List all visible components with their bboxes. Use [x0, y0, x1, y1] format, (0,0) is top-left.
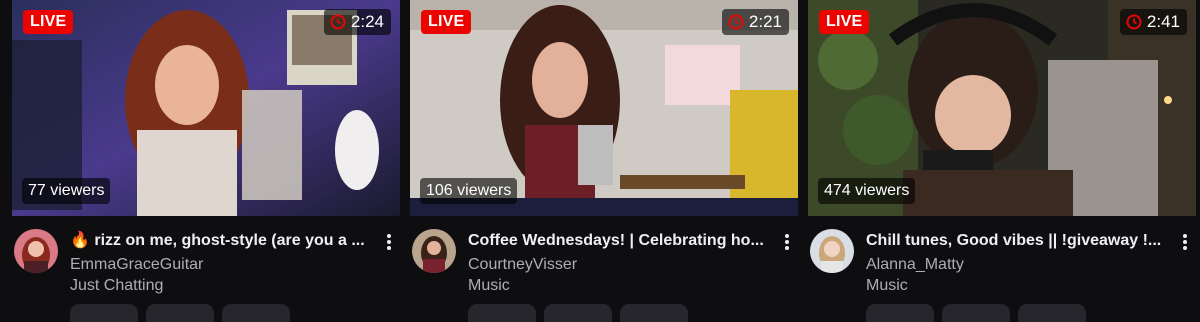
- uptime-badge: 2:41: [1119, 9, 1187, 35]
- channel-name[interactable]: EmmaGraceGuitar: [70, 254, 203, 276]
- stream-card[interactable]: LIVE 2:41 474 viewers Chill tunes, Good: [808, 0, 1196, 322]
- more-vertical-icon[interactable]: [782, 233, 792, 251]
- stream-meta: Chill tunes, Good vibes || !giveaway !..…: [808, 216, 1196, 322]
- clock-icon: [728, 14, 744, 30]
- clock-icon: [330, 14, 346, 30]
- category-link[interactable]: Music: [468, 275, 510, 297]
- stream-grid: LIVE 2:24 77 viewers 🔥 rizz on me, ghost…: [0, 0, 1200, 322]
- stream-card[interactable]: LIVE 2:21 106 viewers Coffee Wednesdays!: [410, 0, 798, 322]
- avatar[interactable]: [14, 229, 58, 273]
- uptime-badge: 2:21: [721, 9, 789, 35]
- stream-meta: Coffee Wednesdays! | Celebrating ho... C…: [410, 216, 798, 322]
- channel-name[interactable]: CourtneyVisser: [468, 254, 577, 276]
- stream-title[interactable]: Coffee Wednesdays! | Celebrating ho...: [468, 230, 768, 252]
- category-link[interactable]: Just Chatting: [70, 275, 163, 297]
- stream-thumbnail[interactable]: LIVE 2:41 474 viewers: [808, 0, 1196, 216]
- uptime-text: 2:41: [1146, 12, 1180, 31]
- viewer-count: 77 viewers: [22, 178, 111, 204]
- avatar[interactable]: [412, 229, 456, 273]
- channel-name[interactable]: Alanna_Matty: [866, 254, 964, 276]
- live-badge: LIVE: [421, 10, 472, 34]
- uptime-text: 2:21: [748, 12, 782, 31]
- viewer-count: 474 viewers: [818, 178, 916, 204]
- more-vertical-icon[interactable]: [384, 233, 394, 251]
- more-vertical-icon[interactable]: [1180, 233, 1190, 251]
- category-link[interactable]: Music: [866, 275, 908, 297]
- clock-icon: [1126, 14, 1142, 30]
- stream-title[interactable]: 🔥 rizz on me, ghost-style (are you a ...: [70, 230, 370, 252]
- stream-card[interactable]: LIVE 2:24 77 viewers 🔥 rizz on me, ghost…: [12, 0, 400, 322]
- stream-title[interactable]: Chill tunes, Good vibes || !giveaway !..…: [866, 230, 1166, 252]
- live-badge: LIVE: [819, 10, 870, 34]
- live-badge: LIVE: [23, 10, 74, 34]
- uptime-badge: 2:24: [323, 9, 391, 35]
- stream-thumbnail[interactable]: LIVE 2:21 106 viewers: [410, 0, 798, 216]
- stream-meta: 🔥 rizz on me, ghost-style (are you a ...…: [12, 216, 400, 322]
- viewer-count: 106 viewers: [420, 178, 518, 204]
- uptime-text: 2:24: [350, 12, 384, 31]
- stream-thumbnail[interactable]: LIVE 2:24 77 viewers: [12, 0, 400, 216]
- avatar[interactable]: [810, 229, 854, 273]
